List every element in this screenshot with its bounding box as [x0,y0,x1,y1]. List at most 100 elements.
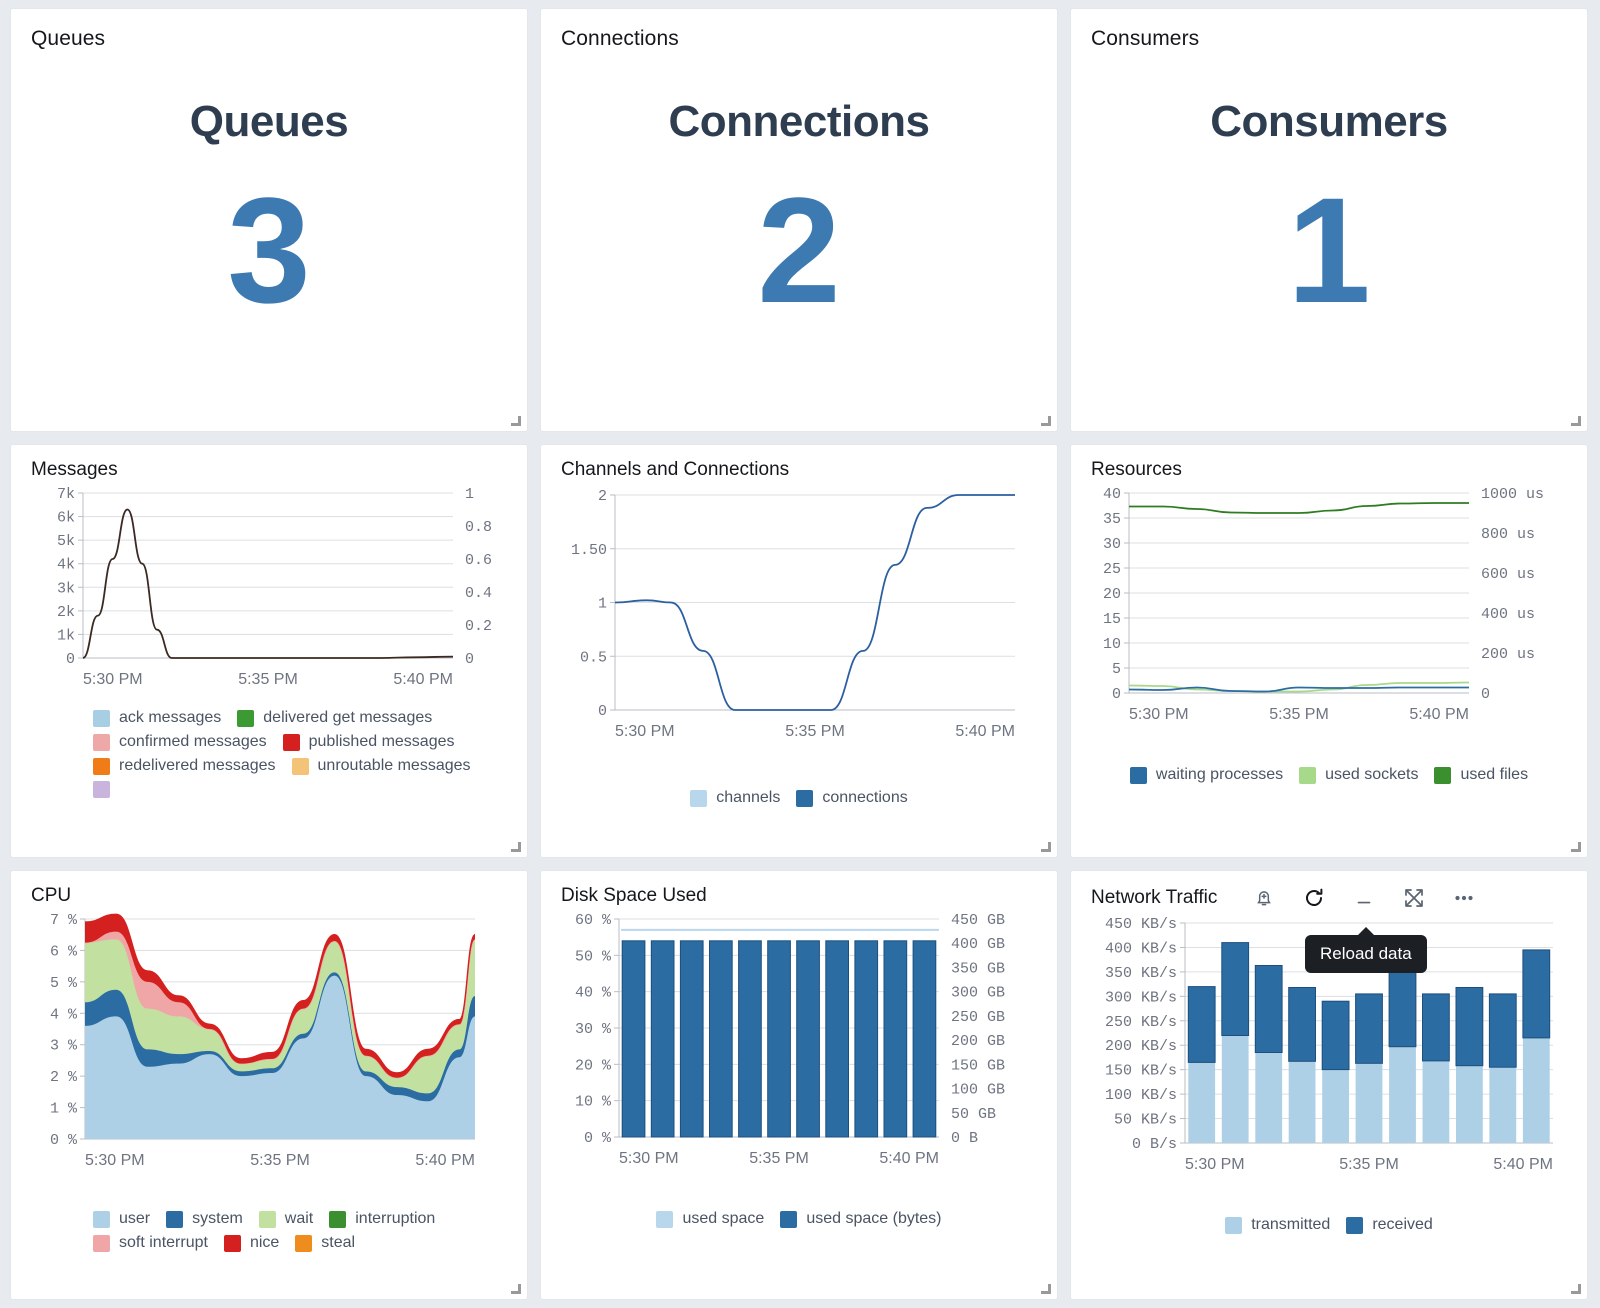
y-axis-tick-right: 0 [1481,686,1490,703]
resources-chart-svg: 0 5 10 15 20 25 30 35 40 0 200 us 400 us 600 us 800 u… [1103,486,1544,723]
legend-item[interactable]: soft interrupt [93,1234,208,1252]
y-axis-tick-left: 20 % [575,1057,612,1074]
panel-cpu[interactable]: CPU 0 % 1 % 2 % 3 % 4 % 5 % 6 % 7 % 5:30 PM 5:35 … [10,870,528,1300]
legend-label: confirmed messages [119,733,267,750]
legend-swatch [291,757,309,775]
legend-item[interactable]: transmitted [1225,1216,1330,1234]
x-axis-tick: 5:40 PM [415,1152,475,1169]
add-alert-icon[interactable] [1251,885,1277,911]
panel-network-traffic[interactable]: Network Traffic Reload data 0 B/s 50 KB/… [1070,870,1588,1300]
panel-connections[interactable]: Connections Connections 2 [540,8,1058,432]
legend-item[interactable] [93,781,110,798]
resize-handle[interactable] [1570,841,1582,853]
bar [825,940,849,1138]
y-axis-tick-left: 2k [57,604,75,621]
y-axis-tick-right: 250 GB [951,1009,1005,1026]
resize-handle[interactable] [1040,415,1052,427]
y-axis-tick-left: 1.50 [571,542,607,559]
reload-icon[interactable] [1301,885,1327,911]
y-axis-tick-left: 15 [1103,611,1121,628]
panel-channels-connections[interactable]: Channels and Connections 0 0.5 1 1.50 2 5:30 … [540,444,1058,858]
bar-transmitted [1489,1067,1517,1143]
x-axis-tick: 5:30 PM [83,671,143,688]
y-axis-tick-left: 400 KB/s [1105,940,1177,957]
y-axis-tick-left: 0.5 [580,649,607,666]
bar-received [1187,986,1216,1063]
panel-queues[interactable]: Queues Queues 3 [10,8,528,432]
y-axis-tick-left: 6k [57,510,75,527]
legend-item[interactable]: delivered get messages [237,709,432,727]
bar [767,940,791,1138]
more-options-icon[interactable] [1451,885,1477,911]
legend-item[interactable]: waiting processes [1129,766,1283,784]
legend-swatch [1129,766,1147,784]
legend-item[interactable]: received [1346,1216,1433,1234]
legend-label: delivered get messages [263,709,433,726]
legend-item[interactable]: steal [295,1234,355,1252]
messages-legend: ack messages delivered get messages confir… [11,701,527,798]
legend-item[interactable]: channels [690,789,780,807]
y-axis-tick-right: 150 GB [951,1057,1005,1074]
resize-handle[interactable] [1040,841,1052,853]
series-line [82,508,454,659]
x-axis-tick: 5:35 PM [785,723,845,740]
legend-item[interactable]: used files [1434,766,1528,784]
connections-stat-value: 2 [757,166,841,334]
legend-item[interactable]: unroutable messages [291,757,471,775]
resize-handle[interactable] [510,841,522,853]
legend-swatch [93,757,110,775]
legend-label: used files [1460,766,1529,783]
legend-item[interactable]: user [93,1210,150,1228]
expand-icon[interactable] [1401,885,1427,911]
legend-item[interactable]: used sockets [1299,766,1418,784]
legend-label: soft interrupt [119,1234,208,1251]
legend-item[interactable]: confirmed messages [93,733,267,751]
y-axis-tick-left: 4 % [50,1006,78,1023]
legend-label: unroutable messages [317,757,471,774]
resize-handle[interactable] [510,1283,522,1295]
network-traffic-toolbar [1251,885,1477,911]
y-axis-tick-left: 0 B/s [1132,1136,1177,1153]
legend-swatch [223,1234,241,1252]
y-axis-tick-right: 800 us [1481,526,1535,543]
panel-disk-space-used[interactable]: Disk Space Used 0 % 10 % 20 % 30 % 40 % 50 % 6… [540,870,1058,1300]
panel-consumers[interactable]: Consumers Consumers 1 [1070,8,1588,432]
legend-label: used sockets [1325,766,1419,783]
legend-label: connections [822,789,908,806]
dashboard-grid: Queues Queues 3 Connections Connections … [0,0,1600,1308]
x-axis-tick: 5:35 PM [250,1152,310,1169]
panel-messages[interactable]: Messages 0 1k 2k 3k 4k 5k 6k 7k 0 0.2 0.4 0.6 0.8 1 5:… [10,444,528,858]
connections-stat-label: Connections [668,97,930,146]
consumers-stat-value: 1 [1287,166,1371,334]
legend-item[interactable]: used space [656,1210,764,1228]
resize-handle[interactable] [1570,415,1582,427]
bar-transmitted [1389,1046,1416,1143]
messages-chart-svg: 0 1k 2k 3k 4k 5k 6k 7k 0 0.2 0.4 0.6 0.8 1 5:30 PM 5:35… [57,486,492,688]
y-axis-tick-left: 10 [1103,636,1121,653]
y-axis-tick-left: 1k [57,627,75,644]
y-axis-tick-left: 50 % [575,948,612,965]
resize-handle[interactable] [1570,1283,1582,1295]
cpu-chart: 0 % 1 % 2 % 3 % 4 % 5 % 6 % 7 % 5:30 PM 5:35 PM 5:… [11,907,527,1202]
minimize-icon[interactable] [1351,885,1377,911]
legend-swatch [690,789,708,807]
legend-item[interactable]: system [166,1210,243,1228]
y-axis-tick-left: 350 KB/s [1105,965,1177,982]
panel-resources[interactable]: Resources 0 5 10 15 20 25 30 35 40 0 200 us 400 us 6… [1070,444,1588,858]
legend-item[interactable]: used space (bytes) [780,1210,942,1228]
resize-handle[interactable] [510,415,522,427]
legend-item[interactable]: ack messages [93,709,221,727]
bar-received [1522,949,1551,1039]
x-axis-tick: 5:35 PM [238,671,298,688]
legend-item[interactable]: connections [796,789,908,807]
y-axis-tick-left: 40 % [575,985,612,1002]
legend-item[interactable]: nice [223,1234,279,1252]
legend-swatch [93,1234,110,1252]
legend-item[interactable]: published messages [282,733,455,751]
y-axis-tick-left: 7k [57,486,75,503]
resize-handle[interactable] [1040,1283,1052,1295]
legend-item[interactable]: redelivered messages [93,757,276,775]
legend-item[interactable]: interruption [329,1210,435,1228]
legend-item[interactable]: wait [258,1210,313,1228]
bar-received [1455,987,1484,1067]
